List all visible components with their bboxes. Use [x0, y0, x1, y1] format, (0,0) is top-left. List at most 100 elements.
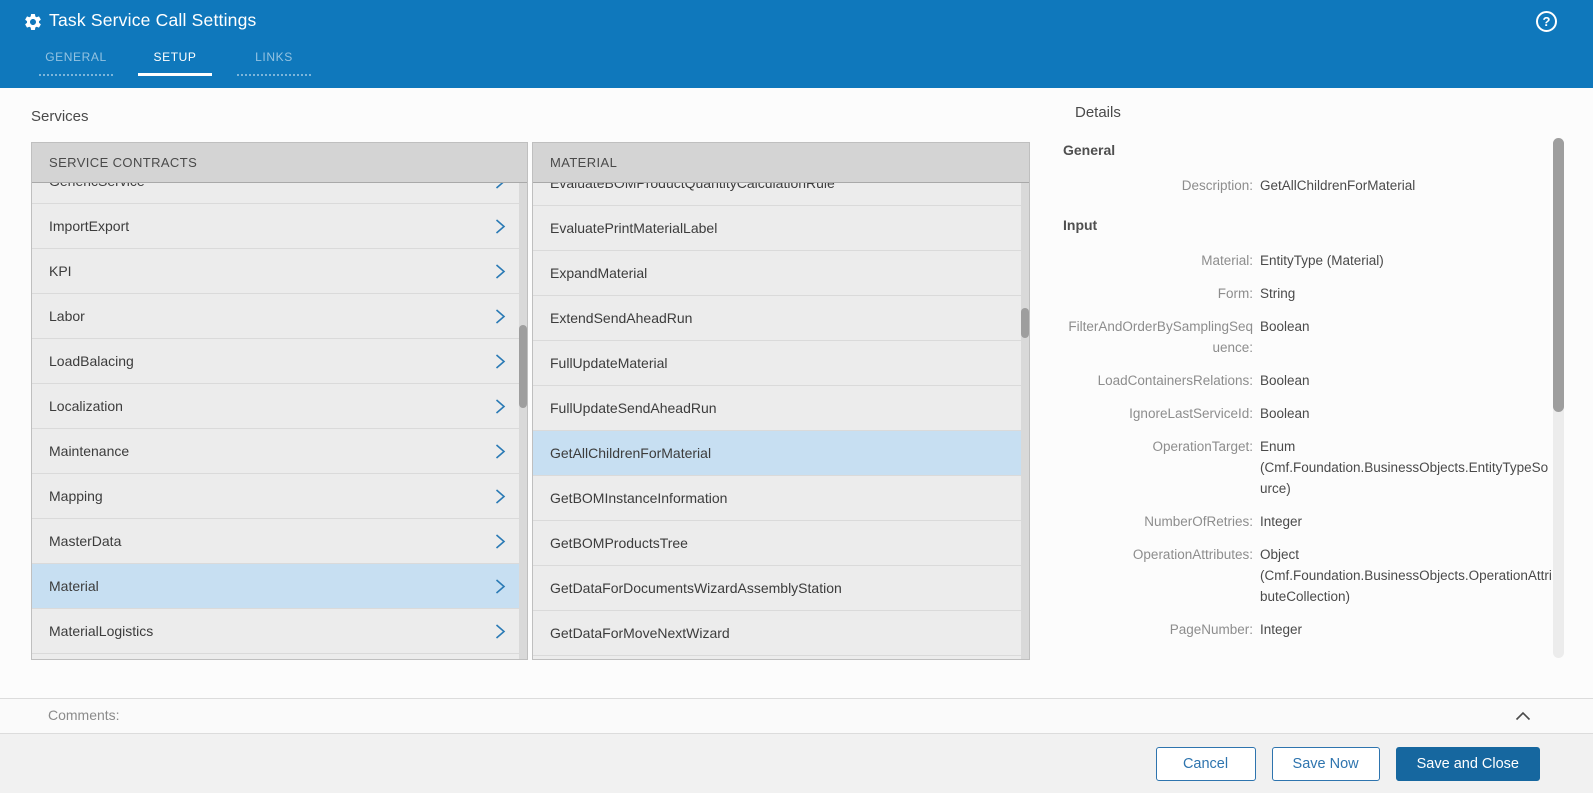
list-item[interactable]: Localization [32, 384, 519, 429]
details-field-label: IgnoreLastServiceId: [1063, 403, 1253, 424]
methods-scrollbar-track[interactable] [1021, 183, 1029, 659]
list-item-label: ImportExport [49, 218, 494, 234]
list-item-label: Mapping [49, 488, 494, 504]
details-field: Material:EntityType (Material) [1063, 250, 1555, 271]
details-field-value: Integer [1260, 619, 1553, 640]
list-item[interactable]: LoadBalacing [32, 339, 519, 384]
list-item[interactable]: KPI [32, 249, 519, 294]
list-item-label: FullUpdateMaterial [550, 355, 1009, 371]
list-item-label: MaterialLogistics [49, 623, 494, 639]
details-field: OperationTarget:Enum (Cmf.Foundation.Bus… [1063, 436, 1555, 499]
chevron-right-icon [494, 353, 507, 370]
list-item[interactable]: ImportExport [32, 204, 519, 249]
list-item-label: GenericService [49, 183, 494, 189]
page-title: Task Service Call Settings [49, 10, 257, 31]
details-field-value: Integer [1260, 511, 1553, 532]
list-item[interactable]: MasterData [32, 519, 519, 564]
list-item-label: KPI [49, 263, 494, 279]
list-item-label: Maintenance [49, 443, 494, 459]
contracts-scrollbar-thumb[interactable] [519, 325, 527, 408]
details-field-label: LoadContainersRelations: [1063, 370, 1253, 391]
details-title: Details [1075, 104, 1555, 121]
details-field-label: Material: [1063, 250, 1253, 271]
list-item[interactable]: Mapping [32, 474, 519, 519]
details-field: FilterAndOrderBySamplingSequence:Boolean [1063, 316, 1555, 358]
list-item[interactable]: GetDataForDocumentsWizardAssemblyStation [533, 566, 1021, 611]
list-item[interactable]: FullUpdateSendAheadRun [533, 386, 1021, 431]
service-methods-list: MATERIAL EvaluateBOMProductQuantityCalcu… [532, 142, 1030, 660]
details-field-value: Boolean [1260, 316, 1553, 358]
details-field: OperationAttributes:Object (Cmf.Foundati… [1063, 544, 1555, 607]
list-item-label: LoadBalacing [49, 353, 494, 369]
help-icon[interactable]: ? [1536, 11, 1557, 32]
comments-label: Comments: [48, 707, 120, 723]
details-field-label: NumberOfRetries: [1063, 511, 1253, 532]
list-item[interactable]: GetBOMInstanceInformation [533, 476, 1021, 521]
list-item[interactable]: Maintenance [32, 429, 519, 474]
tab-links[interactable]: LINKS [237, 44, 311, 76]
chevron-right-icon [494, 488, 507, 505]
list-item-label: Localization [49, 398, 494, 414]
details-field-value: String [1260, 283, 1553, 304]
chevron-right-icon [494, 398, 507, 415]
list-item[interactable]: GetDataForMoveNextWizard [533, 611, 1021, 656]
details-section-title: Input [1063, 217, 1555, 233]
list-item[interactable]: GetBOMProductsTree [533, 521, 1021, 566]
chevron-right-icon [494, 183, 507, 190]
list-item[interactable]: FullUpdateMaterial [533, 341, 1021, 386]
chevron-right-icon [494, 533, 507, 550]
details-field-label: FilterAndOrderBySamplingSequence: [1063, 316, 1253, 358]
details-field-value: Object (Cmf.Foundation.BusinessObjects.O… [1260, 544, 1553, 607]
contracts-scrollbar-track[interactable] [519, 183, 527, 659]
list-item-label: EvaluatePrintMaterialLabel [550, 220, 1009, 236]
details-field-label: OperationAttributes: [1063, 544, 1253, 607]
details-field-value: GetAllChildrenForMaterial [1260, 175, 1553, 196]
details-field: Description:GetAllChildrenForMaterial [1063, 175, 1555, 196]
list-item-label: FullUpdateSendAheadRun [550, 400, 1009, 416]
list-item-label: GetBOMProductsTree [550, 535, 1009, 551]
chevron-right-icon [494, 218, 507, 235]
details-panel: Details General Description:GetAllChildre… [1063, 104, 1555, 652]
list-item[interactable]: MaterialLogistics [32, 609, 519, 654]
chevron-right-icon [494, 308, 507, 325]
details-field-value: Enum (Cmf.Foundation.BusinessObjects.Ent… [1260, 436, 1553, 499]
tab-general[interactable]: GENERAL [39, 44, 113, 76]
methods-scrollbar-thumb[interactable] [1021, 308, 1029, 338]
list-item[interactable]: ExpandMaterial [533, 251, 1021, 296]
chevron-up-icon[interactable] [1515, 711, 1531, 721]
list-item[interactable]: GenericService [32, 183, 519, 204]
save-and-close-button[interactable]: Save and Close [1396, 747, 1540, 781]
details-field: IgnoreLastServiceId: Boolean [1063, 403, 1555, 424]
details-field-label: Form: [1063, 283, 1253, 304]
chevron-right-icon [494, 578, 507, 595]
main-scrollbar-track[interactable] [1553, 138, 1564, 658]
tab-bar: GENERAL SETUP LINKS [39, 44, 336, 76]
chevron-right-icon [494, 443, 507, 460]
list-item-label: GetAllChildrenForMaterial [550, 445, 1009, 461]
details-field: Form: String [1063, 283, 1555, 304]
details-section-title: General [1063, 142, 1555, 158]
list-item-label: Material [49, 578, 494, 594]
list-item-label: MasterData [49, 533, 494, 549]
list-item-label: EvaluateBOMProductQuantityCalculationRul… [550, 183, 1009, 191]
list-item-label: GetDataForDocumentsWizardAssemblyStation [550, 580, 1009, 596]
tab-setup[interactable]: SETUP [138, 44, 212, 76]
service-methods-header: MATERIAL [533, 143, 1029, 183]
cancel-button[interactable]: Cancel [1156, 747, 1256, 781]
details-field-label: OperationTarget: [1063, 436, 1253, 499]
save-now-button[interactable]: Save Now [1272, 747, 1380, 781]
list-item[interactable]: GetAllChildrenForMaterial [533, 431, 1021, 476]
main-scrollbar-thumb[interactable] [1553, 138, 1564, 412]
details-field: NumberOfRetries: Integer [1063, 511, 1555, 532]
comments-bar[interactable]: Comments: [0, 698, 1593, 734]
chevron-right-icon [494, 623, 507, 640]
list-item[interactable]: Labor [32, 294, 519, 339]
chevron-right-icon [494, 263, 507, 280]
service-contracts-header: SERVICE CONTRACTS [32, 143, 527, 183]
list-item[interactable]: EvaluateBOMProductQuantityCalculationRul… [533, 183, 1021, 206]
details-field-value: Boolean [1260, 370, 1553, 391]
list-item[interactable]: ExtendSendAheadRun [533, 296, 1021, 341]
list-item[interactable]: Material [32, 564, 519, 609]
details-field-value: Boolean [1260, 403, 1553, 424]
list-item[interactable]: EvaluatePrintMaterialLabel [533, 206, 1021, 251]
